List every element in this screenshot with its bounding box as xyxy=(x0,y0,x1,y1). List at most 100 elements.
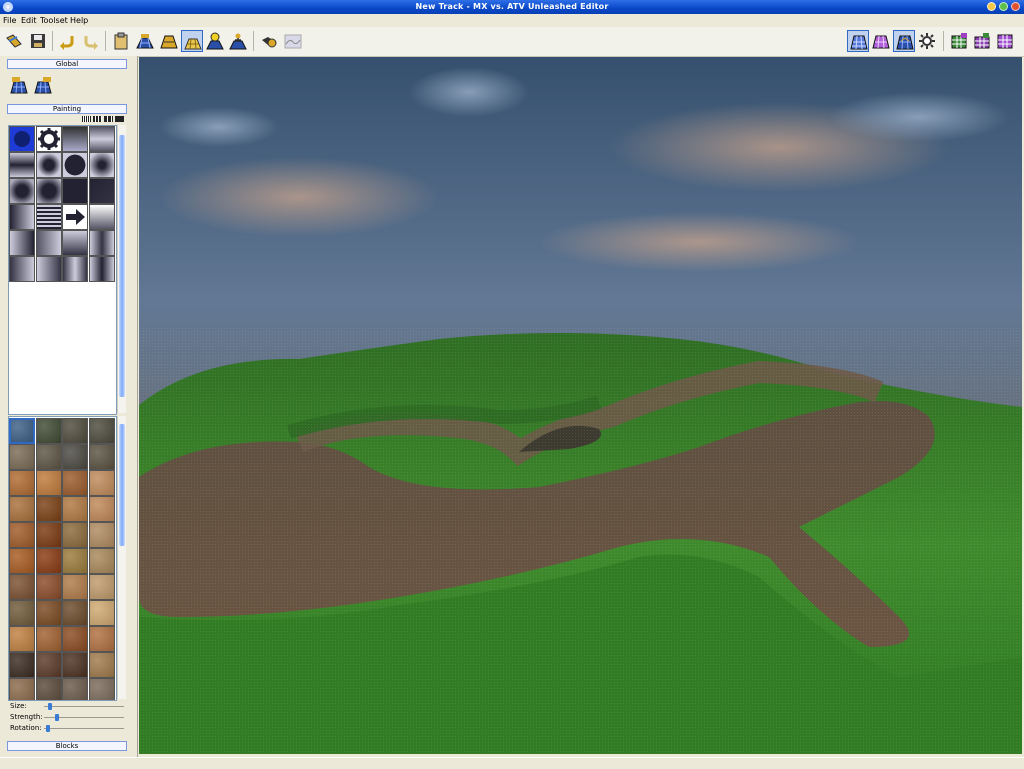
texture-item[interactable] xyxy=(9,444,35,470)
texture-item[interactable] xyxy=(62,600,88,626)
view-large-icon[interactable] xyxy=(104,116,113,122)
brush-item[interactable] xyxy=(62,230,88,256)
brush-item[interactable] xyxy=(35,230,62,256)
texture-item[interactable] xyxy=(88,522,115,548)
brush-item[interactable] xyxy=(62,126,88,152)
rotation-slider-knob[interactable] xyxy=(45,725,50,732)
camera-button[interactable] xyxy=(258,30,280,52)
texture-item[interactable] xyxy=(88,444,115,470)
strength-slider-knob[interactable] xyxy=(54,714,59,721)
strength-slider[interactable] xyxy=(44,714,124,721)
texture-item[interactable] xyxy=(35,470,62,496)
menu-edit[interactable]: Edit xyxy=(21,16,37,25)
texture-item[interactable] xyxy=(88,574,115,600)
terrain-tool-button[interactable] xyxy=(134,30,156,52)
texture-item[interactable] xyxy=(62,470,88,496)
texture-item[interactable] xyxy=(9,522,35,548)
brush-item[interactable] xyxy=(88,152,115,178)
texture-item[interactable] xyxy=(35,444,62,470)
menu-file[interactable]: File xyxy=(3,16,16,25)
texture-item[interactable] xyxy=(62,678,88,700)
texture-item[interactable] xyxy=(35,522,62,548)
brush-item[interactable] xyxy=(62,152,88,178)
open-button[interactable] xyxy=(3,30,25,52)
texture-item[interactable] xyxy=(62,444,88,470)
texture-item[interactable] xyxy=(62,522,88,548)
texture-item[interactable] xyxy=(9,470,35,496)
texture-item[interactable] xyxy=(35,652,62,678)
brush-item[interactable] xyxy=(9,256,35,282)
terrain-viewport[interactable] xyxy=(139,57,1022,754)
texture-item[interactable] xyxy=(9,496,35,522)
undo-button[interactable] xyxy=(56,30,78,52)
texture-item[interactable] xyxy=(9,600,35,626)
brush-item[interactable] xyxy=(35,152,62,178)
brush-item[interactable] xyxy=(88,256,115,282)
global-terrain-button[interactable] xyxy=(8,74,30,96)
clipboard-button[interactable] xyxy=(110,30,132,52)
brush-item[interactable] xyxy=(62,204,88,230)
texture-item[interactable] xyxy=(88,652,115,678)
texture-item[interactable] xyxy=(35,574,62,600)
terrain-bumpy-button[interactable] xyxy=(282,30,304,52)
brush-item[interactable] xyxy=(35,204,62,230)
brush-item[interactable] xyxy=(9,204,35,230)
global-import-button[interactable] xyxy=(32,74,54,96)
texture-item[interactable] xyxy=(9,652,35,678)
brush-item[interactable] xyxy=(62,178,88,204)
brush-item[interactable] xyxy=(88,204,115,230)
grid-green-button[interactable] xyxy=(948,30,970,52)
menu-toolset[interactable]: Toolset xyxy=(40,16,68,25)
terrain-person-button[interactable] xyxy=(227,30,249,52)
wireframe-purple-button[interactable] xyxy=(870,30,892,52)
texture-item[interactable] xyxy=(9,678,35,700)
grid-view-button[interactable] xyxy=(893,30,915,52)
texture-item[interactable] xyxy=(35,496,62,522)
texture-item[interactable] xyxy=(62,652,88,678)
brush-item[interactable] xyxy=(88,178,115,204)
menu-help[interactable]: Help xyxy=(70,16,88,25)
texture-item[interactable] xyxy=(62,496,88,522)
size-slider-knob[interactable] xyxy=(47,703,52,710)
minimize-icon[interactable] xyxy=(987,2,996,11)
size-slider[interactable] xyxy=(44,703,124,710)
wireframe-button[interactable] xyxy=(847,30,869,52)
texture-scrollbar[interactable] xyxy=(117,416,126,699)
texture-item[interactable] xyxy=(9,626,35,652)
texture-item[interactable] xyxy=(88,626,115,652)
texture-item[interactable] xyxy=(62,418,88,444)
terrain-fill-button[interactable] xyxy=(158,30,180,52)
save-button[interactable] xyxy=(27,30,49,52)
brush-item[interactable] xyxy=(62,256,88,282)
global-section-header[interactable]: Global xyxy=(7,59,127,69)
terrain-paint-button[interactable] xyxy=(181,30,203,52)
texture-item[interactable] xyxy=(35,600,62,626)
texture-item[interactable] xyxy=(9,548,35,574)
texture-item[interactable] xyxy=(88,678,115,700)
texture-item[interactable] xyxy=(88,418,115,444)
texture-item[interactable] xyxy=(35,418,62,444)
texture-item[interactable] xyxy=(35,678,62,700)
grid-purple-button[interactable] xyxy=(971,30,993,52)
texture-item[interactable] xyxy=(88,600,115,626)
view-medium-icon[interactable] xyxy=(93,116,102,122)
close-icon[interactable] xyxy=(1011,2,1020,11)
view-small-icon[interactable] xyxy=(82,116,91,122)
brush-item[interactable] xyxy=(35,256,62,282)
terrain-light-button[interactable] xyxy=(204,30,226,52)
texture-item[interactable] xyxy=(88,470,115,496)
terrain-scene[interactable] xyxy=(139,57,1022,754)
brush-item[interactable] xyxy=(9,152,35,178)
brush-item[interactable] xyxy=(35,178,62,204)
painting-section-header[interactable]: Painting xyxy=(7,104,127,114)
grid-mixed-button[interactable] xyxy=(994,30,1016,52)
brush-item[interactable] xyxy=(88,230,115,256)
brush-item[interactable] xyxy=(35,126,62,152)
texture-item[interactable] xyxy=(9,574,35,600)
rotation-slider[interactable] xyxy=(44,725,124,732)
brush-item[interactable] xyxy=(9,178,35,204)
view-xlarge-icon[interactable] xyxy=(115,116,124,122)
texture-item[interactable] xyxy=(88,548,115,574)
texture-item[interactable] xyxy=(35,626,62,652)
brush-scrollbar[interactable] xyxy=(117,125,126,413)
